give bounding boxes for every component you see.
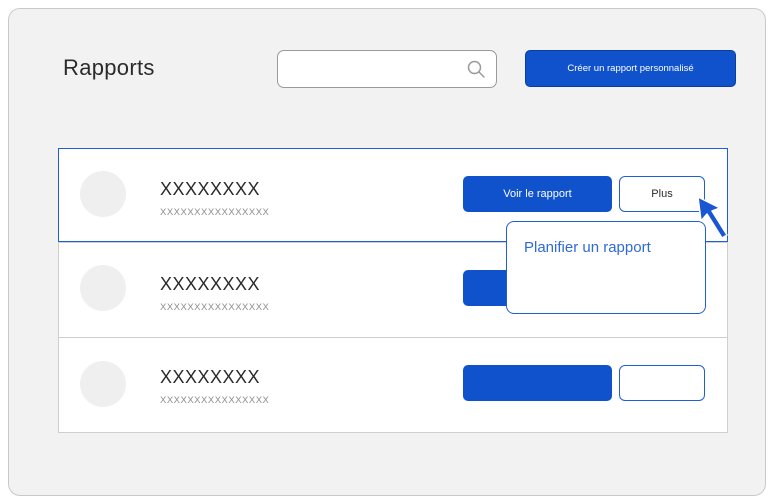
report-subtitle: XXXXXXXXXXXXXXXX — [160, 395, 270, 406]
view-report-button[interactable] — [463, 365, 612, 401]
pointer-arrow-icon — [697, 196, 728, 239]
more-button[interactable] — [619, 365, 705, 401]
report-row[interactable]: XXXXXXXX XXXXXXXXXXXXXXXX — [59, 337, 727, 431]
search-icon[interactable] — [466, 59, 486, 79]
avatar — [80, 171, 126, 217]
report-title: XXXXXXXX — [160, 367, 261, 387]
schedule-report-menu-item[interactable]: Planifier un rapport — [524, 239, 651, 256]
search-box[interactable] — [277, 50, 497, 88]
page-title: Rapports — [63, 55, 155, 80]
search-input[interactable] — [286, 51, 460, 88]
report-title: XXXXXXXX — [160, 179, 261, 199]
report-subtitle: XXXXXXXXXXXXXXXX — [160, 302, 270, 313]
more-menu: Planifier un rapport — [506, 221, 706, 314]
avatar — [80, 361, 126, 407]
more-button[interactable]: Plus — [619, 176, 705, 212]
avatar — [80, 265, 126, 311]
report-subtitle: XXXXXXXXXXXXXXXX — [160, 207, 270, 218]
create-custom-report-button[interactable]: Créer un rapport personnalisé — [525, 50, 736, 87]
view-report-button[interactable]: Voir le rapport — [463, 176, 612, 212]
report-title: XXXXXXXX — [160, 274, 261, 294]
